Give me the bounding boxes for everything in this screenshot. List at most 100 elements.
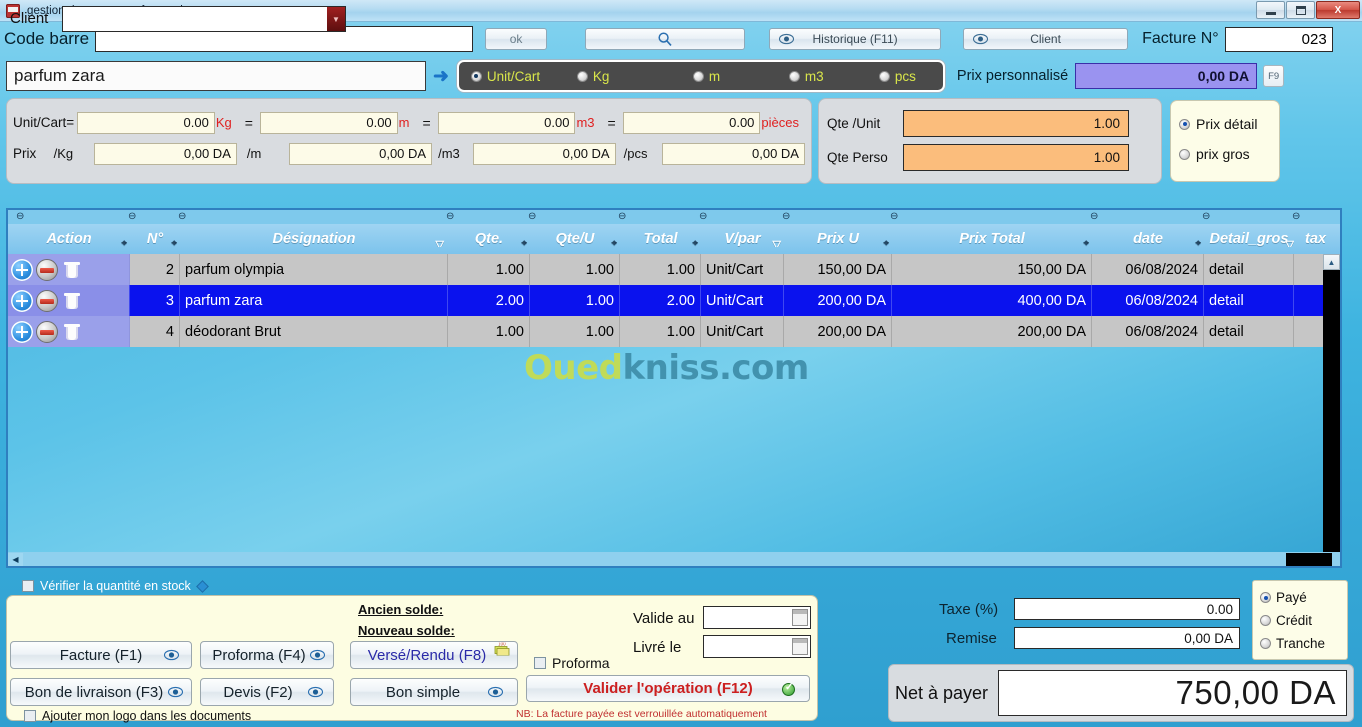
unit-option-kg[interactable]: Kg	[576, 69, 693, 84]
pin-icon[interactable]: ⊖	[16, 211, 24, 222]
pin-icon[interactable]: ⊖	[446, 211, 454, 222]
col-header-designation[interactable]: Désignation ▽	[180, 231, 448, 247]
prix-m-field[interactable]: 0,00 DA	[289, 142, 433, 165]
close-button[interactable]: X	[1316, 1, 1360, 19]
sort-icon[interactable]: ⌖	[171, 238, 177, 247]
facture-button[interactable]: Facture (F1)	[10, 641, 192, 669]
pin-icon[interactable]: ⊖	[699, 211, 707, 222]
payment-mode-tranche[interactable]: Tranche	[1260, 632, 1340, 655]
livre-le-input[interactable]	[703, 635, 811, 658]
client-select[interactable]: ▼	[62, 6, 346, 32]
proforma-button[interactable]: Proforma (F4)	[200, 641, 334, 669]
col-header-action[interactable]: Action ⌖	[8, 231, 130, 247]
filter-icon[interactable]: ▽	[1286, 238, 1294, 247]
verify-stock-checkbox-row[interactable]: Vérifier la quantité en stock	[22, 579, 209, 593]
price-mode-gros[interactable]: prix gros	[1179, 139, 1271, 169]
taxe-input[interactable]: 0.00	[1014, 598, 1240, 620]
edit-minus-icon[interactable]	[36, 289, 58, 312]
chevron-down-icon[interactable]: ▼	[327, 7, 345, 31]
pin-icon[interactable]: ⊖	[1292, 211, 1300, 222]
valide-au-input[interactable]	[703, 606, 811, 629]
pin-icon[interactable]: ⊖	[618, 211, 626, 222]
minimize-button[interactable]	[1256, 1, 1285, 19]
vscroll-thumb[interactable]	[1323, 270, 1340, 310]
calendar-icon[interactable]	[792, 609, 808, 626]
sort-icon[interactable]: ⌖	[692, 238, 698, 247]
verse-rendu-button[interactable]: Versé/Rendu (F8) 100	[350, 641, 518, 669]
pin-icon[interactable]: ⊖	[178, 211, 186, 222]
facture-num-input[interactable]	[1224, 26, 1333, 52]
delete-icon[interactable]	[61, 290, 83, 312]
conv-pieces-field[interactable]: 0.00	[622, 111, 761, 134]
proforma-checkbox-row[interactable]: Proforma	[534, 655, 610, 671]
historique-button[interactable]: Historique (F11)	[769, 28, 942, 50]
prix-personnalise-input[interactable]: 0,00 DA	[1075, 63, 1258, 89]
vscroll-track[interactable]	[1323, 310, 1340, 552]
bon-de-livraison-button[interactable]: Bon de livraison (F3)	[10, 678, 192, 706]
unit-option-m[interactable]: m	[692, 69, 789, 84]
unit-option-pcs[interactable]: pcs	[878, 69, 916, 84]
remise-input[interactable]: 0,00 DA	[1014, 627, 1240, 649]
valider-operation-button[interactable]: Valider l'opération (F12)	[526, 675, 810, 702]
pin-icon[interactable]: ⊖	[1202, 211, 1210, 222]
col-header-total[interactable]: Total ⌖	[620, 231, 701, 247]
filter-icon[interactable]: ▽	[773, 238, 781, 247]
col-header-num[interactable]: N° ⌖	[130, 231, 180, 247]
unit-option-unitcart[interactable]: Unit/Cart	[470, 69, 577, 84]
diamond-icon[interactable]	[195, 579, 209, 593]
pin-icon[interactable]: ⊖	[528, 211, 536, 222]
checkbox-icon[interactable]	[22, 580, 34, 592]
col-header-vpar[interactable]: V/par ▽	[701, 231, 784, 247]
pin-icon[interactable]: ⊖	[890, 211, 898, 222]
scroll-up-icon[interactable]: ▲	[1323, 254, 1340, 270]
pin-icon[interactable]: ⊖	[1090, 211, 1098, 222]
col-header-prixu[interactable]: Prix U ⌖	[784, 231, 892, 247]
price-mode-detail[interactable]: Prix détail	[1179, 109, 1271, 139]
conv-kg-field[interactable]: 0.00	[77, 111, 215, 134]
search-button[interactable]	[585, 28, 746, 50]
qte-unit-input[interactable]: 1.00	[903, 109, 1129, 137]
f9-shortcut-key[interactable]: F9	[1263, 65, 1285, 87]
prix-pcs-field[interactable]: 0,00 DA	[662, 142, 805, 165]
col-header-tax[interactable]: tax	[1294, 231, 1337, 247]
add-icon[interactable]	[11, 258, 33, 281]
col-header-qteu[interactable]: Qte/U ⌖	[530, 231, 620, 247]
sort-icon[interactable]: ⌖	[521, 238, 527, 247]
grid-horizontal-scrollbar[interactable]: ◀	[8, 552, 1340, 566]
calendar-icon[interactable]	[792, 638, 808, 655]
table-row[interactable]: 3 parfum zara 2.00 1.00 2.00 Unit/Cart 2…	[8, 285, 1340, 316]
pin-icon[interactable]: ⊖	[782, 211, 790, 222]
table-row[interactable]: 4 déodorant Brut 1.00 1.00 1.00 Unit/Car…	[8, 316, 1340, 347]
hscroll-thumb[interactable]	[1286, 552, 1332, 566]
conv-m3-field[interactable]: 0.00	[437, 111, 576, 134]
sort-icon[interactable]: ⌖	[1195, 238, 1201, 247]
grid-vertical-scrollbar[interactable]: ▲	[1323, 254, 1340, 552]
sort-icon[interactable]: ⌖	[1083, 238, 1089, 247]
delete-icon[interactable]	[61, 259, 83, 281]
scroll-left-icon[interactable]: ◀	[8, 552, 23, 566]
add-logo-checkbox-row[interactable]: Ajouter mon logo dans les documents	[24, 709, 251, 723]
qte-perso-input[interactable]: 1.00	[903, 143, 1129, 171]
edit-minus-icon[interactable]	[36, 320, 58, 343]
col-header-qte[interactable]: Qte. ⌖	[448, 231, 530, 247]
payment-mode-paye[interactable]: Payé	[1260, 586, 1340, 609]
add-icon[interactable]	[11, 320, 33, 343]
sort-icon[interactable]: ⌖	[883, 238, 889, 247]
maximize-button[interactable]	[1286, 1, 1315, 19]
pin-icon[interactable]: ⊖	[128, 211, 136, 222]
devis-button[interactable]: Devis (F2)	[200, 678, 334, 706]
delete-icon[interactable]	[61, 321, 83, 343]
client-top-button[interactable]: Client	[963, 28, 1129, 50]
add-icon[interactable]	[11, 289, 33, 312]
payment-mode-credit[interactable]: Crédit	[1260, 609, 1340, 632]
edit-minus-icon[interactable]	[36, 258, 58, 281]
sort-icon[interactable]: ⌖	[121, 238, 127, 247]
sort-icon[interactable]: ⌖	[611, 238, 617, 247]
bon-simple-button[interactable]: Bon simple	[350, 678, 518, 706]
designation-input[interactable]	[6, 61, 426, 91]
unit-option-m3[interactable]: m3	[788, 69, 879, 84]
prix-m3-field[interactable]: 0,00 DA	[472, 142, 616, 165]
table-row[interactable]: 2 parfum olympia 1.00 1.00 1.00 Unit/Car…	[8, 254, 1340, 285]
prix-kg-field[interactable]: 0,00 DA	[94, 142, 237, 165]
ok-button[interactable]: ok	[485, 28, 548, 50]
